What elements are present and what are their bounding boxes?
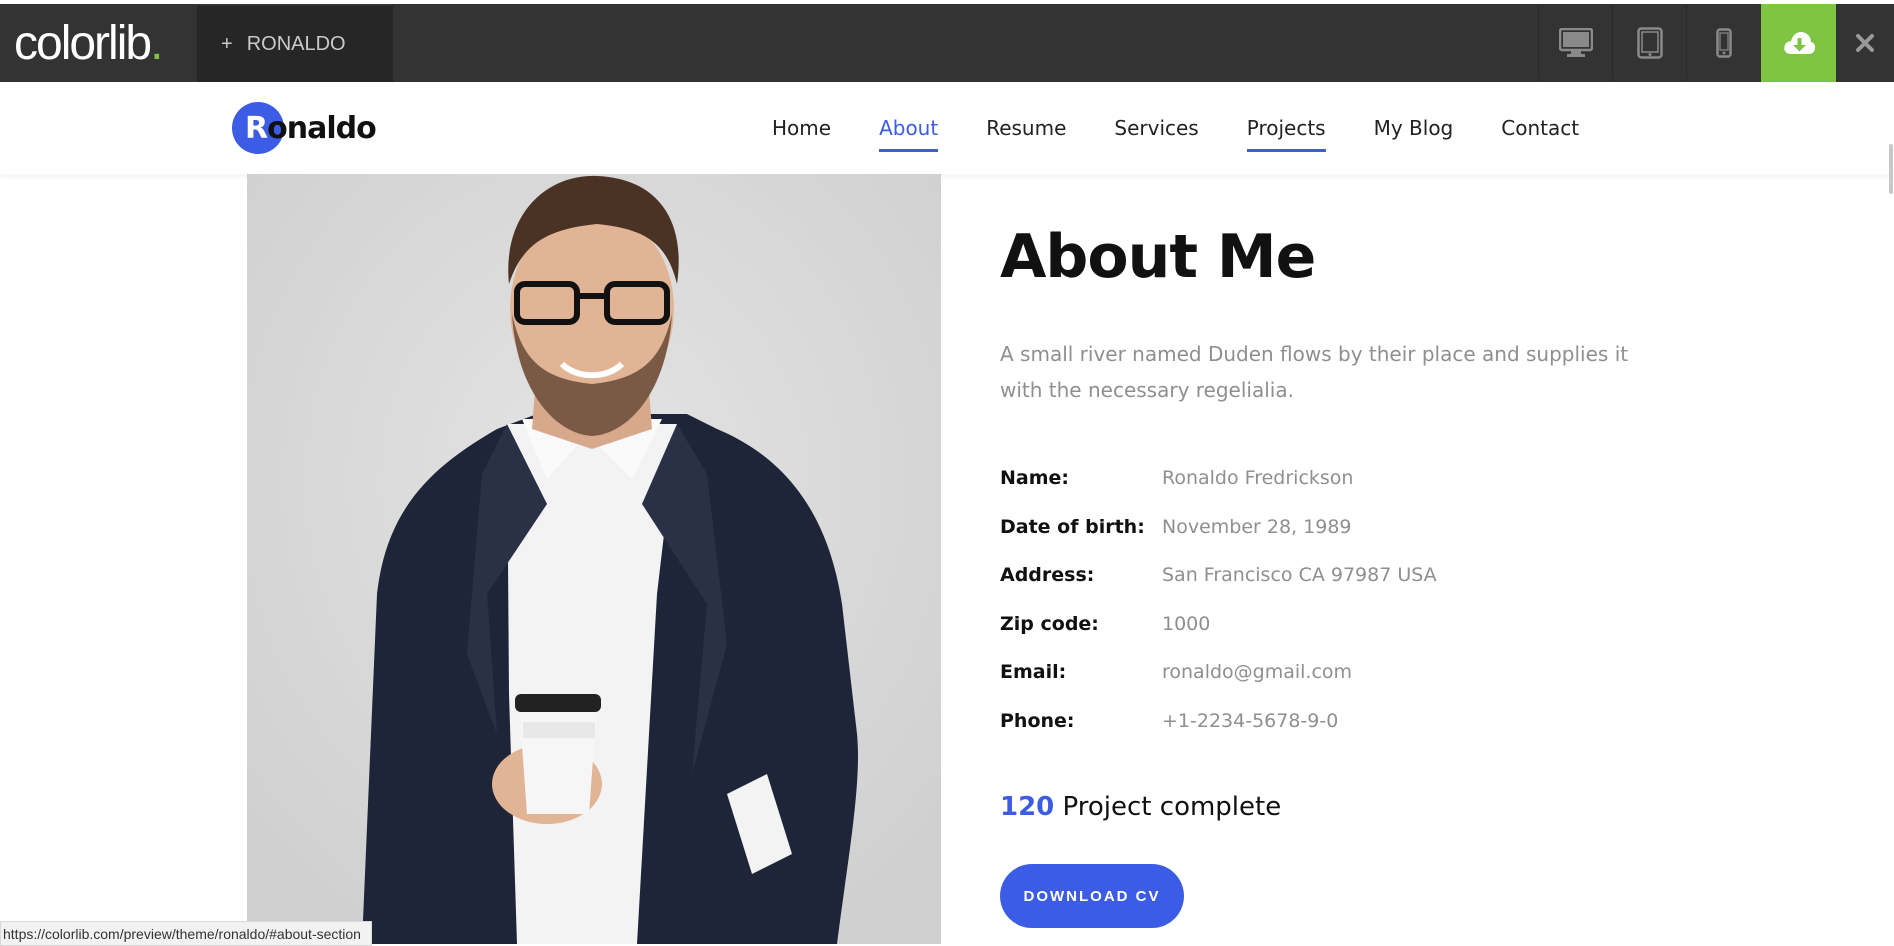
info-row-phone: Phone: +1-2234-5678-9-0	[1000, 697, 1437, 746]
status-url-bar: https://colorlib.com/preview/theme/ronal…	[0, 921, 372, 946]
mobile-icon	[1716, 28, 1732, 58]
profile-photo	[247, 174, 941, 944]
personal-info-list: Name: Ronaldo Fredrickson Date of birth:…	[1000, 454, 1437, 745]
info-value: 1000	[1162, 612, 1211, 635]
nav-resume[interactable]: Resume	[986, 108, 1066, 148]
tablet-icon	[1637, 27, 1663, 59]
info-row-address: Address: San Francisco CA 97987 USA	[1000, 551, 1437, 600]
download-theme-button[interactable]	[1761, 4, 1836, 82]
theme-tab-label: RONALDO	[246, 32, 346, 55]
info-row-email: Email: ronaldo@gmail.com	[1000, 648, 1437, 697]
info-row-name: Name: Ronaldo Fredrickson	[1000, 454, 1437, 503]
info-label: Address:	[1000, 564, 1095, 587]
projects-counter: 120 Project complete	[1000, 792, 1281, 822]
nav-projects[interactable]: Projects	[1246, 108, 1326, 152]
info-label: Zip code:	[1000, 612, 1099, 635]
brand-name: colorlib	[14, 16, 152, 70]
logo-first-letter: R	[245, 110, 268, 146]
nav-contact[interactable]: Contact	[1501, 108, 1579, 148]
plus-icon: +	[221, 32, 233, 55]
cloud-download-icon	[1783, 32, 1815, 54]
nav-home[interactable]: Home	[772, 108, 831, 148]
colorlib-logo[interactable]: colorlib.	[0, 4, 196, 82]
man-with-coffee-illustration	[247, 174, 941, 944]
info-label: Phone:	[1000, 709, 1075, 732]
nav-my-blog[interactable]: My Blog	[1374, 108, 1454, 148]
mobile-view-button[interactable]	[1686, 4, 1761, 82]
projects-label: Project complete	[1062, 792, 1282, 822]
info-label: Email:	[1000, 661, 1067, 684]
info-value: Ronaldo Fredrickson	[1162, 467, 1354, 490]
info-value: +1-2234-5678-9-0	[1162, 709, 1339, 732]
preview-toolbar: colorlib. + RONALDO	[0, 4, 1894, 82]
info-label: Name:	[1000, 467, 1070, 490]
site-header: Ronaldo Home About Resume Services Proje…	[0, 82, 1894, 174]
tablet-view-button[interactable]	[1612, 4, 1687, 82]
about-title: About Me	[1000, 222, 1316, 292]
projects-count: 120	[1000, 792, 1055, 822]
close-icon	[1856, 34, 1874, 52]
info-label: Date of birth:	[1000, 515, 1145, 538]
desktop-icon	[1559, 28, 1593, 57]
desktop-view-button[interactable]	[1538, 4, 1613, 82]
info-row-zip: Zip code: 1000	[1000, 600, 1437, 649]
nav-services[interactable]: Services	[1114, 108, 1198, 148]
ronaldo-logo[interactable]: Ronaldo	[232, 102, 377, 154]
nav-about[interactable]: About	[879, 108, 939, 152]
scrollbar-thumb[interactable]	[1889, 144, 1893, 194]
info-value: San Francisco CA 97987 USA	[1162, 564, 1437, 587]
close-preview-button[interactable]	[1836, 4, 1894, 82]
info-row-dob: Date of birth: November 28, 1989	[1000, 503, 1437, 552]
brand-dot: .	[150, 16, 163, 70]
info-value: November 28, 1989	[1162, 515, 1352, 538]
download-cv-button[interactable]: DOWNLOAD CV	[1000, 864, 1184, 928]
main-nav: Home About Resume Services Projects My B…	[772, 82, 1627, 174]
theme-tab[interactable]: + RONALDO	[197, 6, 393, 82]
about-description: A small river named Duden flows by their…	[1000, 342, 1629, 402]
logo-rest: onaldo	[267, 110, 377, 146]
info-value: ronaldo@gmail.com	[1162, 661, 1353, 684]
